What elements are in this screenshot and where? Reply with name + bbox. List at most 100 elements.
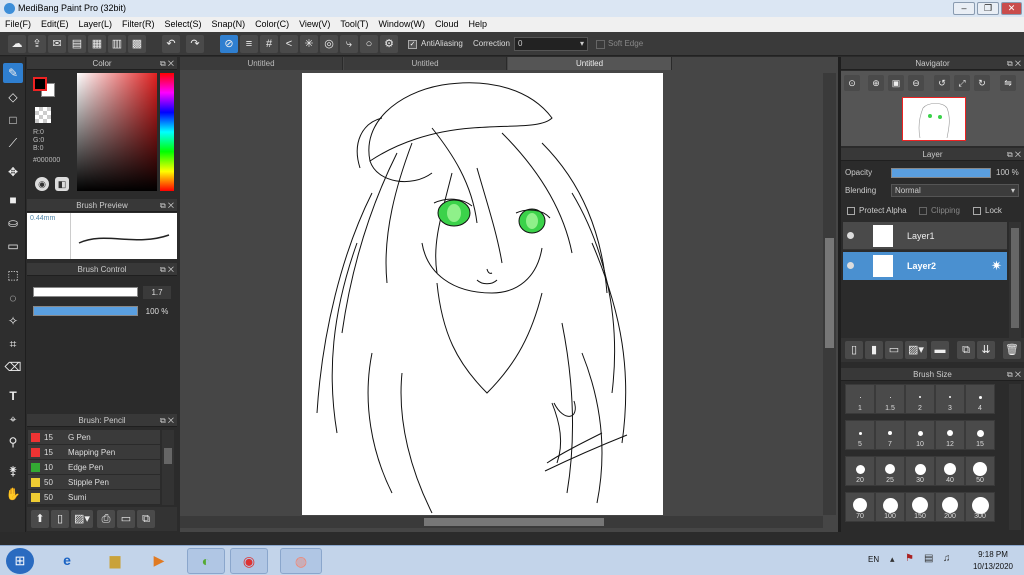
zoom-out-icon[interactable]: ⊖ — [908, 75, 924, 91]
magic-wand-icon[interactable]: ✧ — [3, 311, 23, 331]
line-tool-icon[interactable]: ⟋ — [3, 133, 23, 153]
panel-controls-icon[interactable]: ⧉ ✕ — [1007, 368, 1021, 381]
clock-time[interactable]: 9:18 PM — [966, 550, 1020, 559]
duplicate-layer-icon[interactable]: ⧉ — [957, 341, 975, 359]
menu-view[interactable]: View(V) — [294, 17, 335, 32]
folder-icon[interactable]: ▭ — [117, 510, 135, 528]
volume-icon[interactable]: ♫ — [943, 553, 951, 564]
clipboard-app-icon[interactable]: ◐ — [187, 548, 225, 574]
tray-arrow-icon[interactable]: ▴ — [890, 554, 895, 565]
eraser-tool-icon[interactable]: ◇ — [3, 87, 23, 107]
menu-snap[interactable]: Snap(N) — [207, 17, 251, 32]
panel-controls-icon[interactable]: ⧉ ✕ — [1007, 57, 1021, 70]
list-item[interactable]: 50 Stipple Pen — [28, 475, 160, 490]
gradient-tool-icon[interactable]: ▭ — [3, 236, 23, 256]
clock-date[interactable]: 10/13/2020 — [966, 562, 1020, 571]
undo-icon[interactable]: ↶ — [162, 35, 180, 53]
add-layer-menu-icon[interactable]: ▨▾ — [905, 341, 927, 359]
maximize-button[interactable]: ❐ — [977, 2, 999, 15]
brush-size-option[interactable]: 200 — [935, 492, 965, 522]
panel-controls-icon[interactable]: ⧉ ✕ — [1007, 148, 1021, 161]
panel-controls-icon[interactable]: ⧉ ✕ — [160, 414, 174, 427]
parallel-snap-icon[interactable]: ≡ — [240, 35, 258, 53]
zoom-fit-icon[interactable]: ⊙ — [844, 75, 860, 91]
grid-icon[interactable]: ▩ — [128, 35, 146, 53]
palette-icon[interactable]: ◉ — [35, 177, 49, 191]
soft-edge-checkbox[interactable] — [596, 40, 605, 49]
menu-filter[interactable]: Filter(R) — [117, 17, 160, 32]
media-player-icon[interactable]: ▶ — [140, 548, 178, 574]
hue-slider[interactable] — [160, 73, 174, 191]
duplicate-brush-icon[interactable]: ⧉ — [137, 510, 155, 528]
hand-tool-icon[interactable]: ✋ — [3, 484, 23, 504]
brush-size-option[interactable]: 5 — [845, 420, 875, 450]
lasso-tool-icon[interactable]: ◌ — [3, 288, 23, 308]
chrome-icon[interactable]: ◉ — [230, 548, 268, 574]
brush-size-option[interactable]: 7 — [875, 420, 905, 450]
transparent-color-swatch[interactable] — [35, 107, 51, 123]
text-tool-icon[interactable]: T — [3, 386, 23, 406]
cloud-icon[interactable]: ☁ — [8, 35, 26, 53]
cross-snap-icon[interactable]: # — [260, 35, 278, 53]
menu-layer[interactable]: Layer(L) — [74, 17, 118, 32]
menu-color[interactable]: Color(C) — [250, 17, 294, 32]
vanish-snap-icon[interactable]: < — [280, 35, 298, 53]
zoom-in-icon[interactable]: ⊕ — [868, 75, 884, 91]
select-pen-icon[interactable]: ⌗ — [3, 334, 23, 354]
ellipse-snap-icon[interactable]: ○ — [360, 35, 378, 53]
brush-settings-icon[interactable]: ⎙ — [97, 510, 115, 528]
list-item[interactable]: 15 Mapping Pen — [28, 445, 160, 460]
brush-size-option[interactable]: 70 — [845, 492, 875, 522]
panel-controls-icon[interactable]: ⧉ ✕ — [160, 57, 174, 70]
brush-size-option[interactable]: 300 — [965, 492, 995, 522]
start-button[interactable]: ⊞ — [6, 548, 34, 574]
canvas-horizontal-scrollbar[interactable] — [180, 516, 823, 528]
brush-size-option[interactable]: 100 — [875, 492, 905, 522]
dot-tool-icon[interactable]: □ — [3, 110, 23, 130]
layer-opacity-slider[interactable] — [891, 168, 991, 178]
brush-list-scrollbar[interactable] — [162, 430, 174, 505]
clipping-checkbox[interactable] — [919, 207, 927, 215]
fill-tool-icon[interactable]: ■ — [3, 190, 23, 210]
rotate-left-icon[interactable]: ↺ — [934, 75, 950, 91]
redo-icon[interactable]: ↷ — [186, 35, 204, 53]
brush-size-slider[interactable] — [33, 287, 138, 297]
curve-snap-icon[interactable]: ⤷ — [340, 35, 358, 53]
move-tool-icon[interactable]: ✥ — [3, 162, 23, 182]
gear-icon[interactable]: ✷ — [991, 258, 1002, 274]
fit-window-icon[interactable]: ⤢ — [954, 75, 970, 91]
menu-select[interactable]: Select(S) — [160, 17, 207, 32]
list-item[interactable]: 10 Edge Pen — [28, 460, 160, 475]
brush-size-option[interactable]: 40 — [935, 456, 965, 486]
menu-window[interactable]: Window(W) — [373, 17, 430, 32]
radial-snap-icon[interactable]: ✳ — [300, 35, 318, 53]
folder-icon[interactable]: ▬ — [931, 341, 949, 359]
page-icon[interactable]: ▦ — [88, 35, 106, 53]
circle-snap-icon[interactable]: ◎ — [320, 35, 338, 53]
layer-row-layer2[interactable]: Layer2 ✷ — [843, 252, 1007, 280]
color-history-icon[interactable]: ◧ — [55, 177, 69, 191]
minimize-button[interactable]: – — [953, 2, 975, 15]
drawing-canvas[interactable] — [302, 73, 663, 515]
brush-size-option[interactable]: 30 — [905, 456, 935, 486]
lock-checkbox[interactable] — [973, 207, 981, 215]
color-picker-square[interactable] — [77, 73, 157, 191]
share-icon[interactable]: ⇪ — [28, 35, 46, 53]
list-item[interactable]: 15 G Pen — [28, 430, 160, 445]
brush-size-option[interactable]: 4 — [965, 384, 995, 414]
tab-untitled-2[interactable]: Untitled — [344, 57, 507, 70]
new-halftone-layer-icon[interactable]: ▮ — [865, 341, 883, 359]
new-8bit-layer-icon[interactable]: ▭ — [885, 341, 903, 359]
flip-icon[interactable]: ⇋ — [1000, 75, 1016, 91]
antialiasing-checkbox[interactable]: ✓ — [408, 40, 417, 49]
add-brush-icon[interactable]: ⬆ — [31, 510, 49, 528]
actual-size-icon[interactable]: ▣ — [888, 75, 904, 91]
panel-controls-icon[interactable]: ⧉ ✕ — [160, 263, 174, 276]
brush-add-menu-icon[interactable]: ▨▾ — [71, 510, 93, 528]
protect-alpha-checkbox[interactable] — [847, 207, 855, 215]
brush-size-option[interactable]: 150 — [905, 492, 935, 522]
file-explorer-icon[interactable]: ▆ — [96, 548, 134, 574]
brush-size-option[interactable]: 1 — [845, 384, 875, 414]
manage-icon[interactable]: ▥ — [108, 35, 126, 53]
layer-row-layer1[interactable]: Layer1 — [843, 222, 1007, 250]
